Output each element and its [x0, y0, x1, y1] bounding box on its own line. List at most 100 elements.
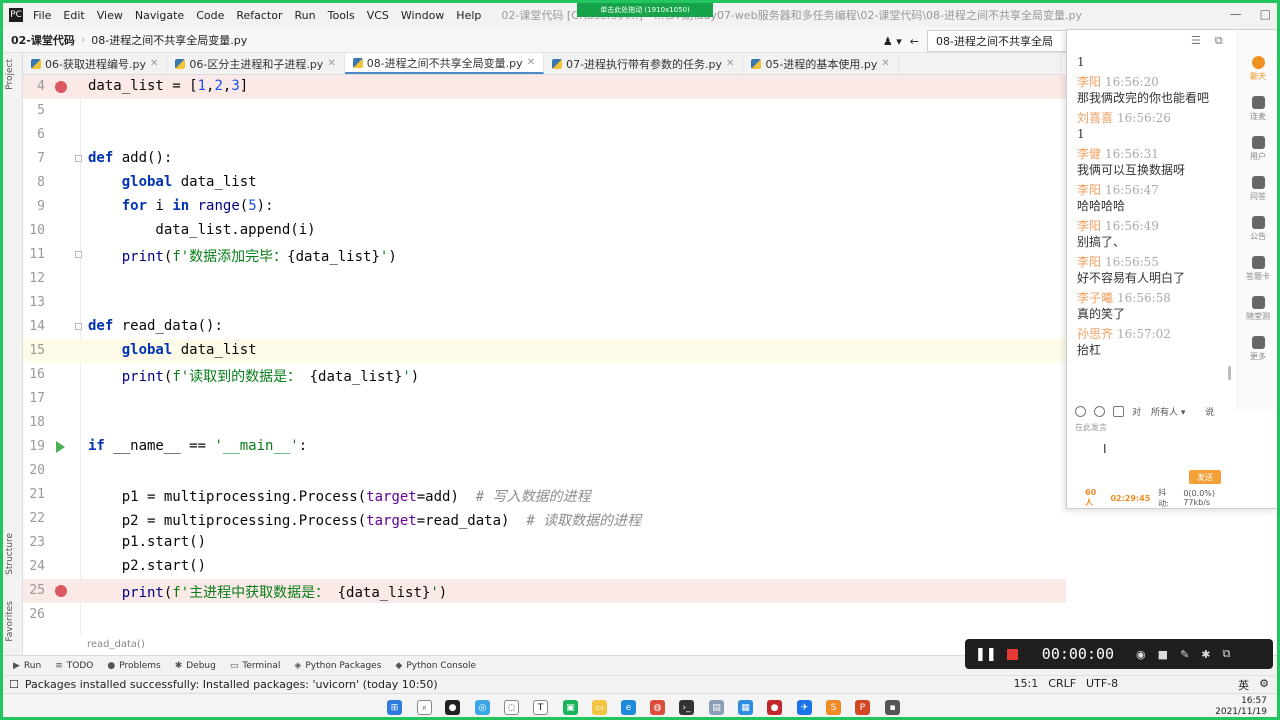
tool-window-run[interactable]: ▶ Run [13, 661, 41, 671]
menu-refactor[interactable]: Refactor [236, 9, 282, 22]
close-icon[interactable]: ✕ [527, 57, 535, 68]
chat-nav-item[interactable]: 问答 [1238, 176, 1277, 202]
chat-restore-icon[interactable]: ⧉ [1215, 34, 1223, 48]
breadcrumb-file[interactable]: 08-进程之间不共享全局变量.py [91, 32, 247, 48]
code-text[interactable]: global data_list [88, 174, 257, 190]
run-arrow-icon[interactable] [56, 441, 65, 453]
code-text[interactable]: p1.start() [88, 534, 206, 550]
recipient-select[interactable]: 所有人 ▾ [1149, 404, 1197, 419]
code-text[interactable]: print(f'主进程中获取数据是： {data_list}') [88, 582, 448, 602]
file-encoding[interactable]: UTF-8 [1086, 677, 1118, 693]
send-button[interactable]: 发送 [1189, 470, 1221, 484]
editor-breadcrumb[interactable]: read_data() [87, 639, 145, 650]
app-icon-1[interactable]: ● [445, 700, 460, 715]
code-text[interactable]: for i in range(5): [88, 198, 274, 214]
pycharm-taskbar-icon[interactable]: ▣ [563, 700, 578, 715]
window-icon[interactable]: ⧉ [1223, 647, 1231, 661]
menu-view[interactable]: View [97, 9, 123, 22]
pen-icon[interactable]: ✎ [1180, 648, 1189, 661]
tool-window-python-console[interactable]: ◆ Python Console [395, 661, 476, 671]
recorder-taskbar-icon[interactable]: ● [767, 700, 782, 715]
recorder-drag-banner[interactable]: 单击此处拖动 (1910x1050) [577, 3, 713, 17]
editor-tab[interactable]: 08-进程之间不共享全局变量.py ✕ [344, 53, 545, 74]
chrome-icon[interactable]: ◍ [650, 700, 665, 715]
code-text[interactable]: data_list = [1,2,3] [88, 78, 248, 94]
status-square-icon[interactable]: ☐ [9, 678, 19, 691]
app-icon-2[interactable]: ▪ [885, 700, 900, 715]
tool-window-debug[interactable]: ✱ Debug [175, 661, 216, 671]
tool-window-todo[interactable]: ≡ TODO [55, 661, 93, 671]
code-text[interactable]: if __name__ == '__main__': [88, 438, 307, 454]
menu-tools[interactable]: Tools [328, 9, 355, 22]
terminal-icon[interactable]: ›_ [679, 700, 694, 715]
typora-icon[interactable]: T [533, 700, 548, 715]
code-text[interactable]: p2.start() [88, 558, 206, 574]
settings-icon[interactable]: ⚙ [1259, 677, 1269, 693]
feishu-icon[interactable]: ✈ [797, 700, 812, 715]
user-icon[interactable]: ♟ ▾ [883, 35, 902, 48]
menu-code[interactable]: Code [196, 9, 224, 22]
screenshot-icon[interactable]: ◉ [1136, 648, 1146, 661]
line-separator[interactable]: CRLF [1048, 677, 1076, 693]
menu-edit[interactable]: Edit [63, 9, 84, 22]
camera-icon[interactable]: ■ [1158, 648, 1168, 661]
stop-icon[interactable] [1006, 648, 1018, 660]
code-text[interactable]: def add(): [88, 150, 172, 166]
run-configuration-select[interactable]: 08-进程之间不共享全局 [927, 30, 1067, 52]
editor-tab[interactable]: 05-进程的基本使用.py ✕ [743, 53, 899, 74]
tool-window-terminal[interactable]: ▭ Terminal [230, 661, 281, 671]
bubble-icon[interactable] [1094, 406, 1105, 417]
chat-menu-icon[interactable]: ☰ [1191, 34, 1201, 48]
chat-nav-item[interactable]: 公告 [1238, 216, 1277, 242]
fold-icon[interactable] [75, 155, 82, 162]
wechat-icon[interactable]: ◌ [504, 700, 519, 715]
edge-icon[interactable]: e [621, 700, 636, 715]
chat-scrollbar[interactable] [1228, 366, 1231, 380]
menu-vcs[interactable]: VCS [367, 9, 389, 22]
fold-icon[interactable] [75, 323, 82, 330]
project-tool-button[interactable]: Project [5, 59, 15, 90]
tool-window-problems[interactable]: ● Problems [107, 661, 160, 671]
caret-position[interactable]: 15:1 [1014, 677, 1039, 693]
folder-icon[interactable]: ▭ [592, 700, 607, 715]
editor-tab[interactable]: 06-区分主进程和子进程.py ✕ [167, 53, 345, 74]
code-text[interactable]: global data_list [88, 342, 257, 358]
image-icon[interactable] [1113, 406, 1124, 417]
favorites-tool-button[interactable]: Favorites [5, 601, 15, 642]
code-text[interactable]: print(f'数据添加完毕：{data_list}') [88, 246, 397, 266]
menu-file[interactable]: File [33, 9, 51, 22]
close-icon[interactable]: ✕ [150, 58, 158, 69]
minimize-icon[interactable]: — [1230, 7, 1242, 21]
sublime-icon[interactable]: S [826, 700, 841, 715]
code-editor[interactable]: 4 data_list = [1,2,3] 5 6 7 def add(): 8 globa… [23, 75, 1066, 635]
structure-tool-button[interactable]: Structure [5, 533, 15, 575]
menu-run[interactable]: Run [295, 9, 316, 22]
search-icon[interactable]: ⌕ [417, 700, 432, 715]
start-icon[interactable]: ⊞ [387, 700, 402, 715]
code-text[interactable]: data_list.append(i) [88, 222, 315, 238]
powerpoint-icon[interactable]: P [855, 700, 870, 715]
close-icon[interactable]: ✕ [726, 58, 734, 69]
tool-window-python-packages[interactable]: ◈ Python Packages [294, 661, 381, 671]
breadcrumb-project[interactable]: 02-课堂代码 [11, 32, 75, 48]
code-text[interactable]: p2 = multiprocessing.Process(target=read… [88, 510, 641, 530]
system-tray[interactable]: 16:57 2021/11/19 [1215, 696, 1267, 717]
chat-nav-item[interactable]: 聊天 [1238, 56, 1277, 82]
breakpoint-icon[interactable] [55, 81, 67, 93]
breakpoint-icon[interactable] [55, 585, 67, 597]
menu-navigate[interactable]: Navigate [135, 9, 184, 22]
qq-icon[interactable]: ◎ [475, 700, 490, 715]
status-message[interactable]: Packages installed successfully: Install… [25, 678, 438, 691]
code-text[interactable]: def read_data(): [88, 318, 223, 334]
editor-tab[interactable]: 07-进程执行带有参数的任务.py ✕ [544, 53, 744, 74]
editor-tab[interactable]: 06-获取进程编号.py ✕ [23, 53, 168, 74]
chat-nav-item[interactable]: 连麦 [1238, 96, 1277, 122]
close-icon[interactable]: ✕ [327, 58, 335, 69]
fold-icon[interactable] [75, 251, 82, 258]
remote-icon[interactable]: ▦ [738, 700, 753, 715]
code-text[interactable]: print(f'读取到的数据是： {data_list}') [88, 366, 420, 386]
chat-nav-item[interactable]: 随堂测 [1238, 296, 1277, 322]
chat-nav-item[interactable]: 用户 [1238, 136, 1277, 162]
close-icon[interactable]: ✕ [881, 58, 889, 69]
pause-icon[interactable]: ❚❚ [975, 647, 997, 662]
